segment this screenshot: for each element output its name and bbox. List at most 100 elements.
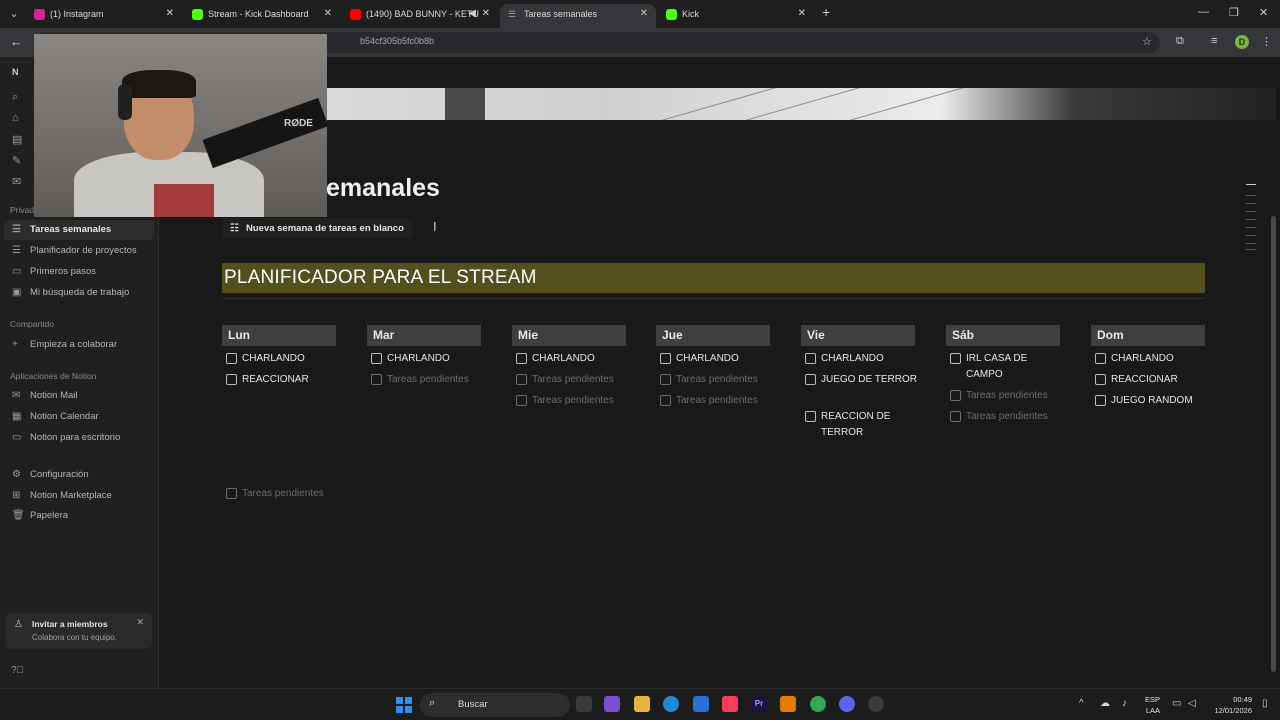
sidebar-item-primeros-pasos[interactable]: ▭ Primeros pasos xyxy=(4,262,154,282)
profile-avatar[interactable]: D xyxy=(1235,35,1249,49)
close-tab-icon[interactable]: ✕ xyxy=(166,4,174,24)
checkbox[interactable] xyxy=(226,488,237,499)
toc-marker[interactable] xyxy=(1246,227,1256,228)
checkbox[interactable] xyxy=(1095,374,1106,385)
clock-time[interactable]: 00:49 xyxy=(1206,695,1252,704)
sidebar-item-notion-escritorio[interactable]: ▭ Notion para escritorio xyxy=(4,428,154,448)
tab-tareas-semanales[interactable]: ☰ Tareas semanales ✕ xyxy=(500,4,656,28)
todo-item[interactable]: REACCION DE TERROR xyxy=(805,409,917,441)
meetings-icon[interactable]: ▤ xyxy=(12,133,22,146)
new-week-button[interactable]: ☷ Nueva semana de tareas en blanco xyxy=(222,218,412,239)
sidebar-item-tareas-semanales[interactable]: ☰ Tareas semanales xyxy=(4,220,154,240)
toc-marker[interactable] xyxy=(1246,219,1256,220)
sidebar-item-papelera[interactable]: 🗑 Papelera xyxy=(4,506,154,526)
toc-marker[interactable] xyxy=(1246,211,1256,212)
sidebar-item-busqueda-trabajo[interactable]: ▣ Mi búsqueda de trabajo xyxy=(4,283,154,303)
windows-start-icon[interactable] xyxy=(396,697,412,713)
scrollbar[interactable] xyxy=(1271,216,1276,672)
close-icon[interactable]: ✕ xyxy=(136,617,144,628)
tab-kick-dashboard[interactable]: Stream - Kick Dashboard ✕ xyxy=(184,4,340,28)
checkbox[interactable] xyxy=(226,353,237,364)
search-icon[interactable]: ⌕ xyxy=(12,91,18,104)
keyboard-layout[interactable]: LAA xyxy=(1140,706,1160,715)
back-arrow-icon[interactable]: ← xyxy=(10,34,23,49)
todo-item[interactable]: Tareas pendientes xyxy=(950,388,1062,404)
todo-item[interactable]: Tareas pendientes xyxy=(516,393,628,409)
show-hidden-icons-icon[interactable]: ^ xyxy=(1079,698,1084,709)
restore-icon[interactable]: ❐ xyxy=(1229,6,1239,19)
todo-item[interactable]: CHARLANDO xyxy=(371,351,483,367)
music-icon[interactable] xyxy=(722,696,738,712)
media-controls-icon[interactable]: ≡ xyxy=(1211,35,1217,47)
checkbox[interactable] xyxy=(660,395,671,406)
ai-icon[interactable]: ✎ xyxy=(12,154,21,167)
wifi-icon[interactable]: ▭ xyxy=(1172,698,1181,709)
language-indicator[interactable]: ESP xyxy=(1140,695,1160,704)
tab-youtube[interactable]: (1490) BAD BUNNY - KETU ◀ ✕ xyxy=(342,4,498,28)
todo-item[interactable]: Tareas pendientes xyxy=(226,486,324,502)
file-explorer-icon[interactable] xyxy=(634,696,650,712)
todo-item[interactable]: Tareas pendientes xyxy=(950,409,1062,425)
checkbox[interactable] xyxy=(516,395,527,406)
network-icon[interactable]: ☁ xyxy=(1100,698,1110,709)
todo-item[interactable]: CHARLANDO xyxy=(516,351,628,367)
checkbox[interactable] xyxy=(1095,353,1106,364)
todo-item[interactable]: CHARLANDO xyxy=(1095,351,1207,367)
checkbox[interactable] xyxy=(226,374,237,385)
todo-item[interactable]: CHARLANDO xyxy=(805,351,917,367)
checkbox[interactable] xyxy=(371,374,382,385)
taskbar-search[interactable]: ⌕ Buscar xyxy=(420,693,570,717)
todo-item[interactable]: REACCIONAR xyxy=(226,372,338,388)
sidebar-item-planificador[interactable]: ☰ Planificador de proyectos xyxy=(4,241,154,261)
close-tab-icon[interactable]: ✕ xyxy=(324,4,332,24)
todo-item[interactable]: JUEGO DE TERROR xyxy=(805,372,917,388)
todo-item[interactable]: Tareas pendientes xyxy=(516,372,628,388)
todo-item[interactable]: Tareas pendientes xyxy=(660,372,772,388)
checkbox[interactable] xyxy=(950,353,961,364)
toc-marker[interactable] xyxy=(1246,243,1256,244)
checkbox[interactable] xyxy=(1095,395,1106,406)
discord-icon[interactable] xyxy=(839,696,855,712)
store-icon[interactable] xyxy=(693,696,709,712)
minimize-icon[interactable]: — xyxy=(1198,6,1209,18)
volume-icon[interactable]: ◁ xyxy=(1188,698,1196,709)
sidebar-item-notion-mail[interactable]: ✉ Notion Mail xyxy=(4,386,154,406)
todo-item[interactable]: CHARLANDO xyxy=(660,351,772,367)
checkbox[interactable] xyxy=(950,390,961,401)
tab-search-chevron-icon[interactable]: ⌄ xyxy=(4,4,24,24)
home-icon[interactable]: ⌂ xyxy=(12,112,19,124)
workspace-icon[interactable]: N xyxy=(12,67,19,77)
close-tab-icon[interactable]: ✕ xyxy=(482,4,490,24)
checkbox[interactable] xyxy=(516,353,527,364)
checkbox[interactable] xyxy=(660,374,671,385)
checkbox[interactable] xyxy=(950,411,961,422)
extensions-icon[interactable]: ⧉ xyxy=(1176,35,1184,48)
toc-marker[interactable] xyxy=(1246,235,1256,236)
speaker-icon[interactable]: ◀ xyxy=(468,4,476,24)
checkbox[interactable] xyxy=(371,353,382,364)
copilot-icon[interactable] xyxy=(604,696,620,712)
notifications-icon[interactable]: ▯ xyxy=(1262,698,1268,709)
sidebar-item-empieza-colaborar[interactable]: + Empieza a colaborar xyxy=(4,335,154,355)
toc-marker[interactable] xyxy=(1246,249,1256,250)
fl-studio-icon[interactable] xyxy=(780,696,796,712)
todo-item[interactable]: Tareas pendientes xyxy=(660,393,772,409)
todo-item[interactable]: JUEGO RANDOM xyxy=(1095,393,1207,409)
todo-item[interactable]: CHARLANDO xyxy=(226,351,338,367)
todo-item[interactable]: IRL CASA DE CAMPO xyxy=(950,351,1062,383)
close-tab-icon[interactable]: ✕ xyxy=(798,4,806,24)
clock-date[interactable]: 12/01/2026 xyxy=(1206,706,1252,715)
new-tab-button[interactable]: + xyxy=(822,4,830,20)
checkbox[interactable] xyxy=(805,411,816,422)
sidebar-item-notion-calendar[interactable]: ▦ Notion Calendar xyxy=(4,407,154,427)
inbox-icon[interactable]: ✉ xyxy=(12,175,21,188)
tab-kick[interactable]: Kick ✕ xyxy=(658,4,814,28)
app-icon[interactable] xyxy=(868,696,884,712)
checkbox[interactable] xyxy=(660,353,671,364)
bookmark-star-icon[interactable]: ☆ xyxy=(1142,35,1152,48)
close-tab-icon[interactable]: ✕ xyxy=(640,4,648,24)
checkbox[interactable] xyxy=(805,353,816,364)
chrome-icon[interactable] xyxy=(810,696,826,712)
task-view-icon[interactable] xyxy=(576,696,592,712)
mic-icon[interactable]: ♪ xyxy=(1122,698,1127,709)
